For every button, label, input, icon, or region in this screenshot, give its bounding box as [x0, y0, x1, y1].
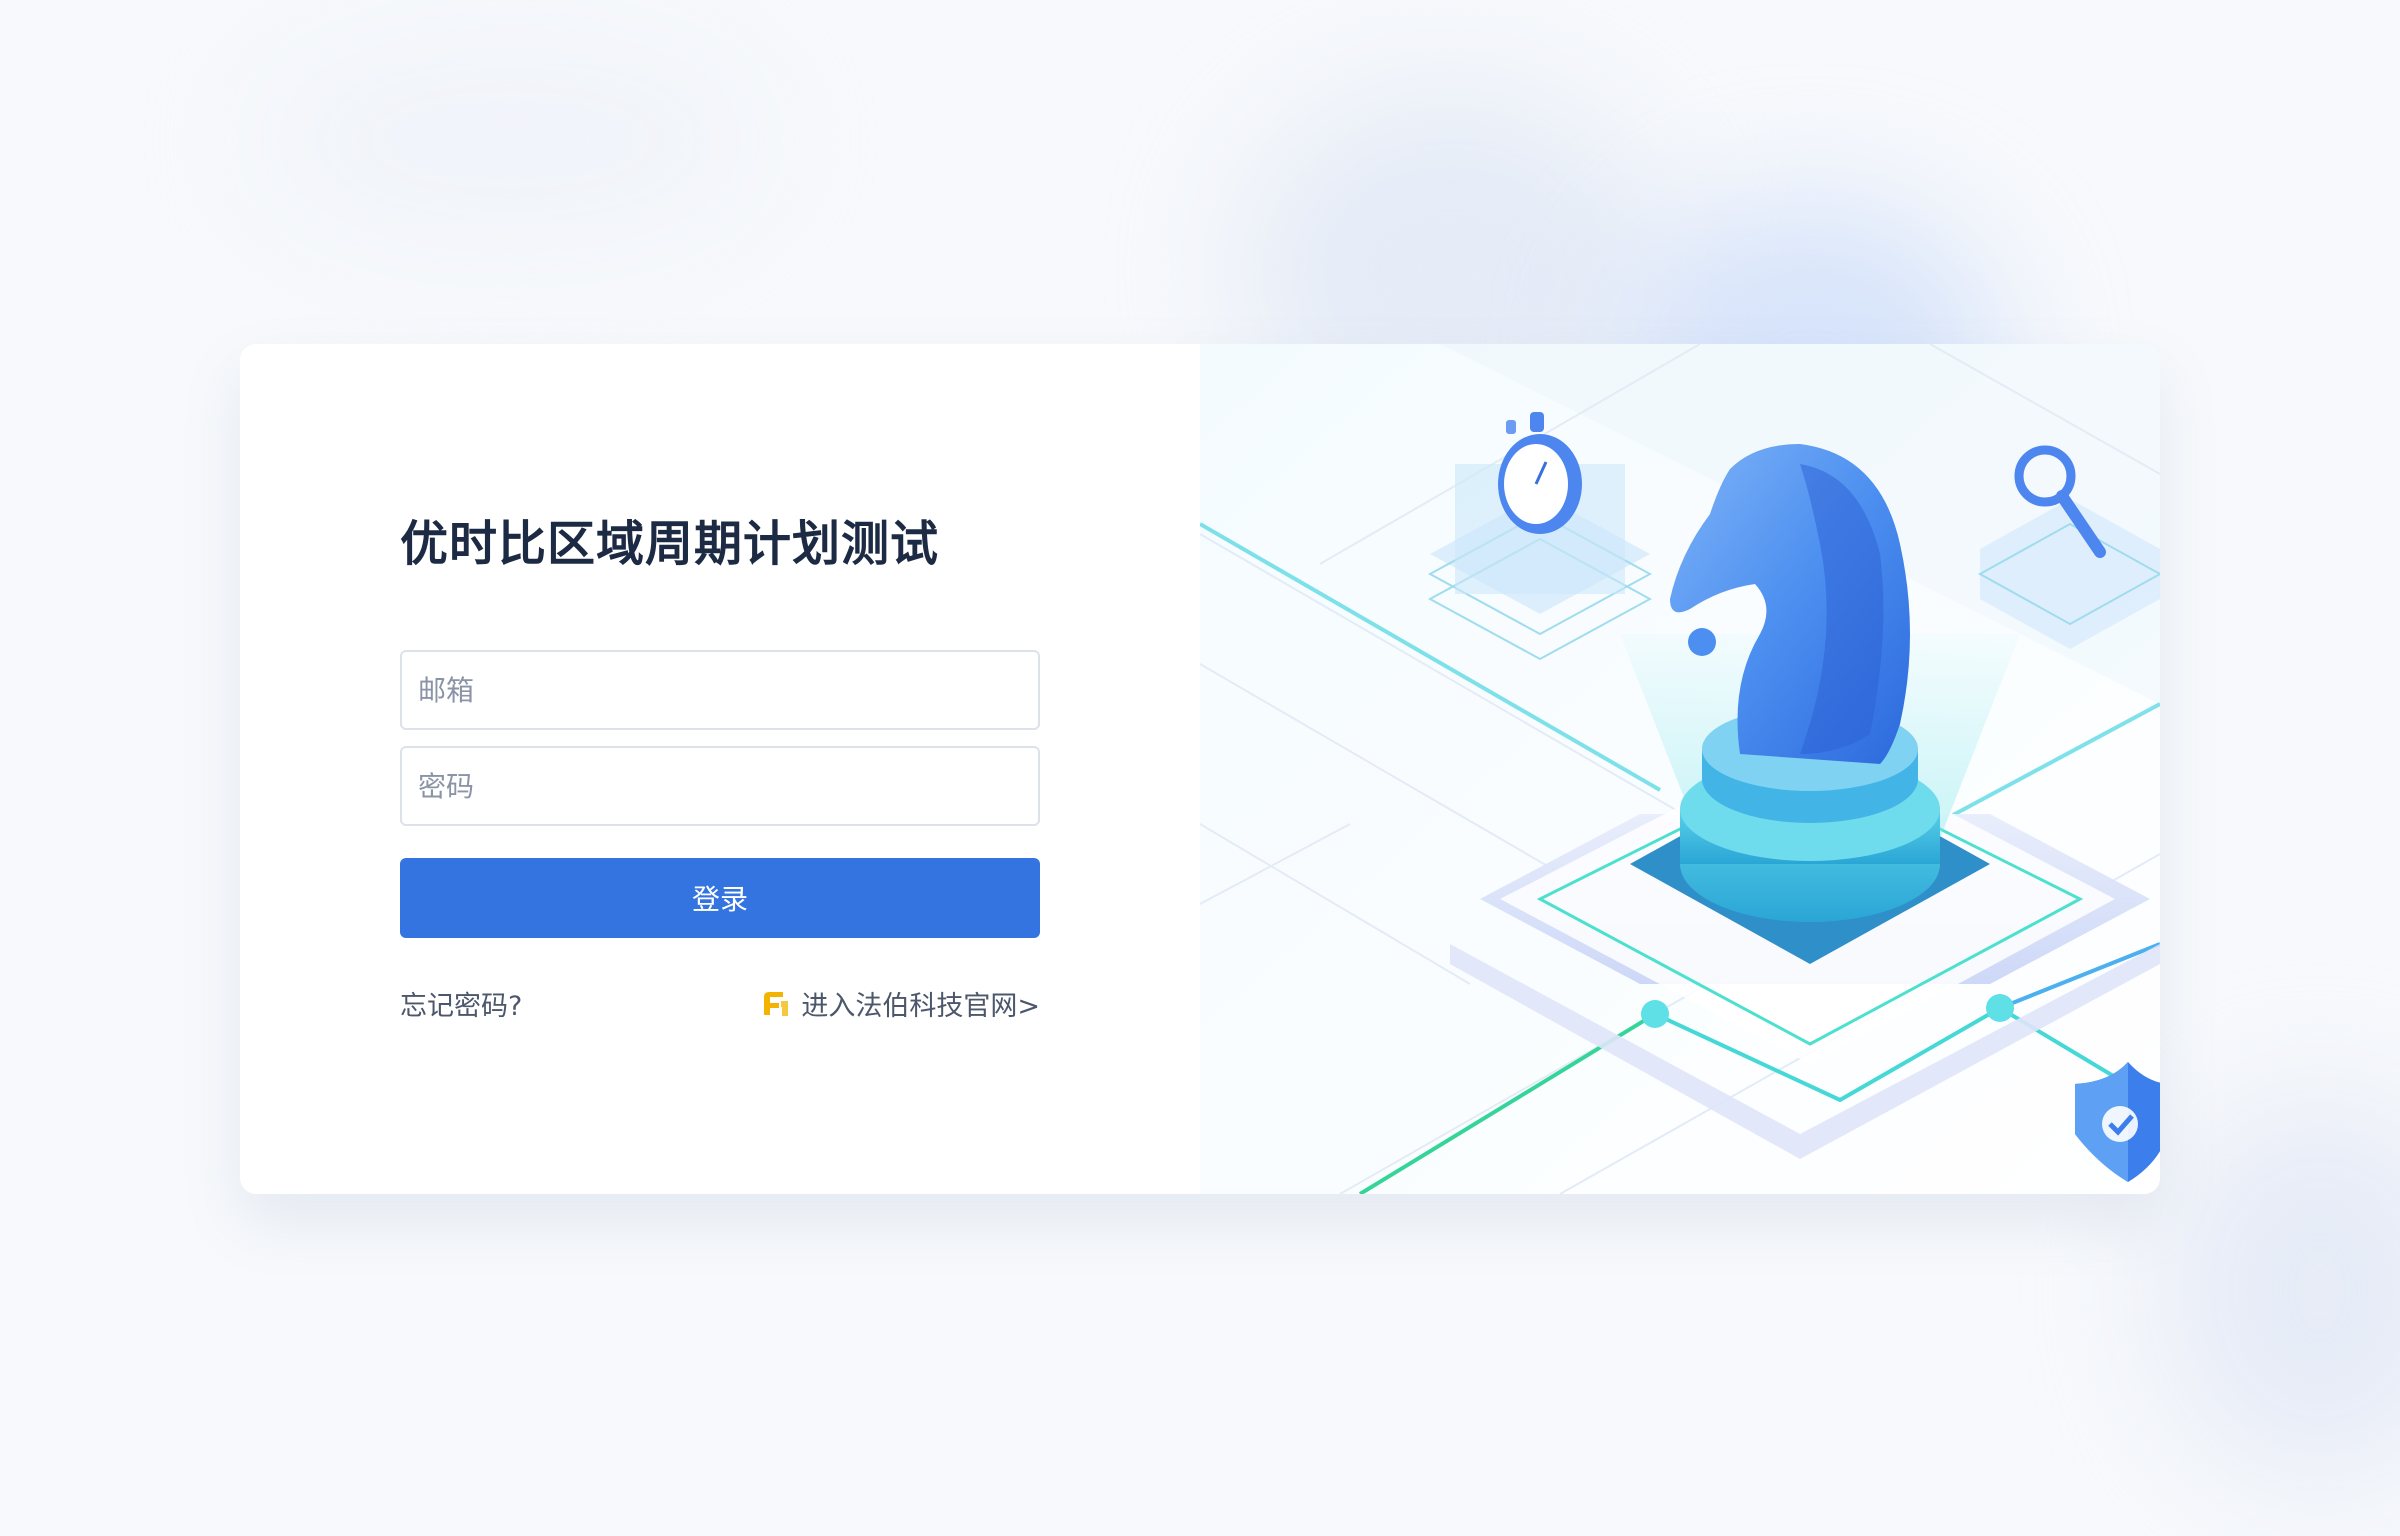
login-button[interactable]: 登录 [400, 858, 1040, 938]
page-title: 优时比区域周期计划测试 [400, 516, 940, 572]
company-logo-icon [761, 989, 791, 1019]
background-blob [2160, 1100, 2400, 1480]
password-input[interactable] [400, 746, 1040, 826]
official-site-label: 进入法伯科技官网> [801, 991, 1040, 1022]
email-input[interactable] [400, 650, 1040, 730]
chess-illustration [1198, 344, 2160, 1194]
login-card: 优时比区域周期计划测试 登录 忘记密码? 进入法伯科技官网> [240, 344, 2160, 1194]
official-site-link[interactable]: 进入法伯科技官网> [761, 984, 1040, 1023]
background-blob [260, 40, 760, 240]
forgot-password-link[interactable]: 忘记密码? [400, 984, 522, 1023]
